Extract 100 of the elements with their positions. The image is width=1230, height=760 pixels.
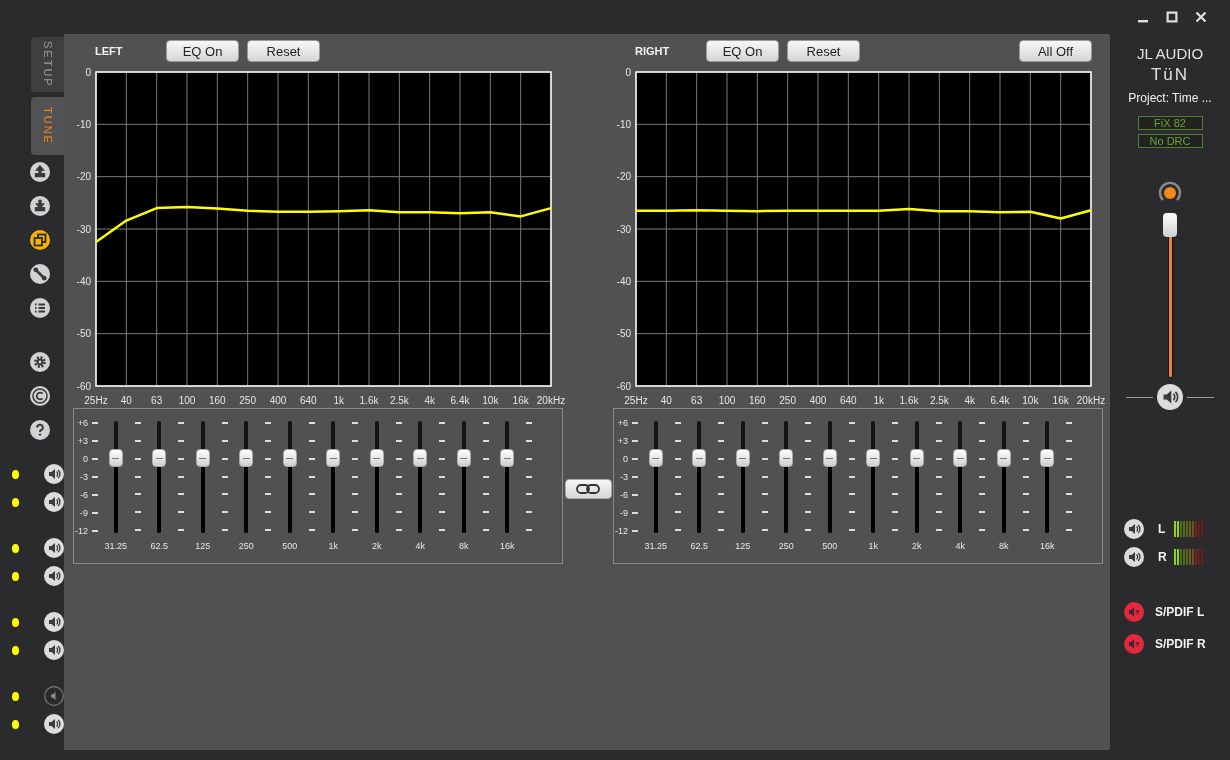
fader-thumb[interactable] (779, 449, 794, 468)
x-axis-label: 400 (269, 395, 287, 406)
wrench-icon[interactable] (30, 264, 50, 284)
download-icon[interactable] (30, 196, 50, 216)
band-label: 8k (458, 540, 470, 553)
y-axis-label: -10 (616, 118, 631, 130)
fader-thumb[interactable] (866, 449, 881, 468)
fader-thumb[interactable] (996, 449, 1011, 468)
fader-thumb[interactable] (413, 449, 428, 468)
scale-label: -3 (80, 472, 88, 482)
fader-thumb[interactable] (152, 449, 167, 468)
fader-thumb[interactable] (909, 449, 924, 468)
speaker-icon[interactable] (1157, 384, 1183, 410)
status-dot (12, 617, 19, 627)
meter-label: L (1158, 522, 1167, 536)
x-axis-label: 16k (512, 395, 529, 406)
scale-label: -9 (80, 508, 88, 518)
x-axis-label: 20kHz (536, 395, 566, 406)
x-axis-label: 250 (779, 395, 796, 406)
x-axis-label: 160 (209, 395, 226, 406)
speaker-icon[interactable] (1124, 519, 1144, 539)
volume-slider[interactable] (1163, 214, 1177, 378)
x-axis-label: 6.4k (450, 395, 470, 406)
y-axis-label: 0 (625, 68, 631, 78)
fader-thumb[interactable] (692, 449, 707, 468)
eq-button[interactable]: Reset (247, 40, 320, 62)
muted-speaker-icon[interactable] (1124, 634, 1144, 654)
fader-thumb[interactable] (648, 449, 663, 468)
status-dot (12, 469, 19, 479)
upload-icon[interactable] (30, 162, 50, 182)
band-label: 2k (911, 540, 923, 553)
status-dot (12, 719, 19, 729)
scale-label: -9 (620, 508, 628, 518)
fader-thumb[interactable] (953, 449, 968, 468)
y-axis-label: -60 (76, 380, 91, 392)
project-name: Project: Time ... (1128, 91, 1212, 105)
copyright-icon[interactable] (30, 386, 50, 406)
x-axis-label: 40 (660, 395, 672, 406)
muted-speaker-icon[interactable] (1124, 602, 1144, 622)
x-axis-label: 640 (840, 395, 857, 406)
list-icon[interactable] (30, 298, 50, 318)
fader-thumb[interactable] (1040, 449, 1055, 468)
band-label: 125 (734, 540, 752, 553)
x-axis-label: 63 (691, 395, 703, 406)
x-axis-label: 10k (482, 395, 499, 406)
fader-thumb[interactable] (282, 449, 297, 468)
eq-button[interactable]: EQ On (706, 40, 779, 62)
product-name: TüN (1150, 65, 1190, 85)
fader-thumb[interactable] (500, 449, 515, 468)
y-axis-label: -50 (616, 328, 631, 340)
help-icon[interactable] (30, 420, 50, 440)
speaker-icon[interactable] (44, 464, 64, 484)
band-label: 1k (867, 540, 879, 553)
gear-icon[interactable] (30, 352, 50, 372)
status-dot (12, 691, 19, 701)
sidebar-tab[interactable]: SETUP (31, 37, 64, 92)
fader-thumb[interactable] (108, 449, 123, 468)
eq-button[interactable]: Reset (787, 40, 860, 62)
x-axis-label: 10k (1022, 395, 1039, 406)
x-axis-label: 4k (424, 395, 435, 406)
x-axis-label: 2.5k (389, 395, 409, 406)
brand-logo: JL AUDIO (1136, 45, 1204, 62)
x-axis-label: 100 (718, 395, 736, 406)
speaker-icon[interactable] (44, 714, 64, 734)
x-axis-label: 1k (873, 395, 884, 406)
volume-thumb[interactable] (1163, 213, 1177, 238)
link-button[interactable] (564, 479, 612, 499)
fader-thumb[interactable] (239, 449, 254, 468)
x-axis-label: 100 (178, 395, 196, 406)
x-axis-label: 250 (239, 395, 256, 406)
status-badge: No DRC (1137, 134, 1203, 148)
scale-label: -6 (620, 490, 628, 500)
speaker-icon[interactable] (44, 566, 64, 586)
eq-button[interactable]: EQ On (166, 40, 239, 62)
scale-label: +6 (77, 418, 88, 428)
fader-thumb[interactable] (369, 449, 384, 468)
y-axis-label: -40 (616, 275, 631, 287)
speaker-icon[interactable] (44, 640, 64, 660)
speaker-icon[interactable] (1124, 547, 1144, 567)
band-label: 62.5 (689, 540, 709, 553)
maximize-icon[interactable] (1166, 11, 1178, 23)
link-icon (576, 484, 600, 494)
all-off-button[interactable]: All Off (1019, 40, 1092, 62)
fader-thumb[interactable] (195, 449, 210, 468)
scale-label: +3 (77, 436, 88, 446)
y-axis-label: -10 (76, 118, 91, 130)
speaker-icon[interactable] (44, 538, 64, 558)
x-axis-label: 25Hz (624, 395, 648, 406)
scale-label: 0 (623, 454, 628, 464)
fader-thumb[interactable] (326, 449, 341, 468)
band-label: 250 (777, 540, 795, 553)
fader-thumb[interactable] (456, 449, 471, 468)
speaker-icon[interactable] (44, 492, 64, 512)
copy-icon[interactable] (30, 230, 50, 250)
speaker-off-icon[interactable] (44, 686, 64, 706)
fader-thumb[interactable] (735, 449, 750, 468)
speaker-icon[interactable] (44, 612, 64, 632)
close-icon[interactable] (1195, 11, 1207, 23)
fader-thumb[interactable] (822, 449, 837, 468)
meter-label: R (1158, 550, 1168, 564)
